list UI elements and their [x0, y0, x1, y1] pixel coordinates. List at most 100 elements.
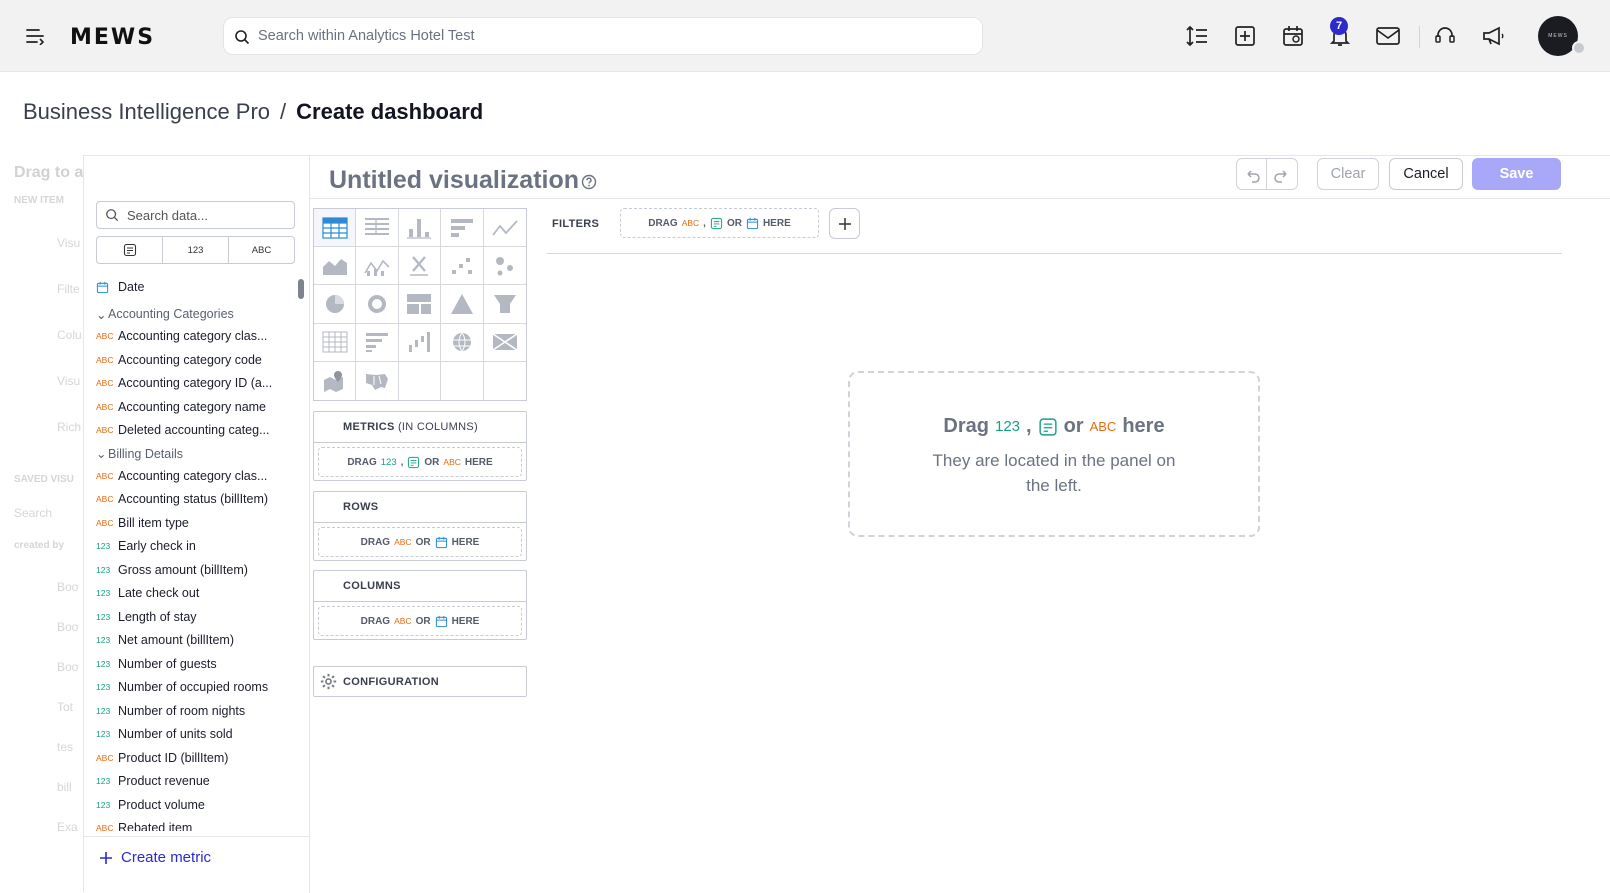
- sort-lines-icon[interactable]: [1183, 22, 1211, 50]
- megaphone-icon[interactable]: [1479, 22, 1507, 50]
- tree-field-item[interactable]: ABC Bill item type: [96, 512, 189, 534]
- background-item: Filte: [57, 282, 80, 296]
- tree-field-item[interactable]: 123 Number of units sold: [96, 723, 233, 745]
- tree-field-item[interactable]: 123 Product volume: [96, 794, 205, 816]
- donut-chart-icon[interactable]: [356, 285, 399, 324]
- create-metric-button[interactable]: Create metric: [84, 836, 310, 893]
- background-dashboard-panel: Drag to a NEW ITEM Visu Filte Colu Visu …: [0, 150, 90, 892]
- tree-field-item[interactable]: ABC Accounting category clas...: [96, 325, 267, 347]
- tree-field-item[interactable]: 123 Late check out: [96, 582, 199, 604]
- tree-item-label: Gross amount (billItem): [118, 562, 248, 577]
- filters-drop-zone[interactable]: DRAG ABC, OR HERE: [620, 208, 819, 238]
- text-type-icon: ABC: [96, 354, 114, 365]
- add-box-icon[interactable]: [1231, 22, 1259, 50]
- tree-field-item[interactable]: 123 Product revenue: [96, 770, 210, 792]
- tree-field-item[interactable]: ABC Accounting category ID (a...: [96, 372, 272, 394]
- breadcrumb-parent[interactable]: Business Intelligence Pro: [23, 99, 270, 124]
- add-filter-button[interactable]: [829, 208, 860, 239]
- tree-field-item[interactable]: 123 Early check in: [96, 535, 196, 557]
- redo-button[interactable]: [1267, 159, 1297, 189]
- region-map-icon[interactable]: [356, 361, 399, 400]
- columns-drop-zone[interactable]: DRAG ABC OR HERE: [318, 606, 522, 636]
- background-list-item: Boo: [57, 580, 79, 594]
- columns-section: COLUMNS DRAG ABC OR HERE: [313, 570, 527, 640]
- pie-chart-icon[interactable]: [314, 285, 357, 324]
- area-chart-icon[interactable]: [314, 247, 357, 286]
- clear-button[interactable]: Clear: [1317, 158, 1379, 190]
- sankey-chart-icon[interactable]: [483, 324, 526, 362]
- combo-chart-icon[interactable]: [356, 247, 399, 286]
- visualization-title[interactable]: Untitled visualization: [329, 166, 579, 195]
- geo-chart-icon[interactable]: [441, 323, 484, 362]
- calendar-icon: [435, 536, 447, 548]
- tree-field-item[interactable]: 123 Number of occupied rooms: [96, 676, 268, 698]
- undo-button[interactable]: [1237, 159, 1268, 189]
- pushpin-map-icon[interactable]: [314, 361, 357, 400]
- heatmap-icon[interactable]: [314, 323, 357, 362]
- tree-field-item[interactable]: Date: [96, 276, 144, 298]
- tree-group[interactable]: ⌄ Accounting Categories: [96, 303, 234, 325]
- metrics-drop-zone[interactable]: DRAG 123, OR ABC HERE: [318, 447, 522, 477]
- visualization-drop-zone[interactable]: Drag 123, or ABC here They are located i…: [848, 371, 1260, 537]
- global-search[interactable]: [223, 17, 983, 55]
- tree-field-item[interactable]: ABC Product ID (billItem): [96, 747, 228, 769]
- bar-chart-icon[interactable]: [398, 209, 442, 248]
- filter-tab-date[interactable]: [97, 237, 163, 263]
- data-search[interactable]: [96, 201, 295, 229]
- tree-field-item[interactable]: 123 Gross amount (billItem): [96, 559, 248, 581]
- tree-field-item[interactable]: 123 Length of stay: [96, 606, 197, 628]
- background-item: Visu: [57, 236, 81, 250]
- save-button[interactable]: Save: [1472, 158, 1561, 190]
- cancel-button[interactable]: Cancel: [1389, 158, 1463, 190]
- header-divider: [310, 198, 1610, 199]
- rows-drop-zone[interactable]: DRAG ABC OR HERE: [318, 527, 522, 557]
- tree-item-label: Number of room nights: [118, 703, 246, 718]
- bullet-chart-icon[interactable]: [356, 323, 399, 362]
- treemap-icon[interactable]: [398, 285, 442, 324]
- tree-group[interactable]: ⌄ Billing Details: [96, 443, 183, 465]
- tree-field-item[interactable]: 123 Net amount (billItem): [96, 629, 234, 651]
- pyramid-chart-icon[interactable]: [441, 285, 484, 324]
- filter-tab-number[interactable]: 123: [163, 237, 229, 263]
- line-chart-icon[interactable]: [483, 209, 526, 248]
- mews-logo[interactable]: MEWS: [70, 25, 155, 50]
- tree-field-item[interactable]: ABC Rebated item: [96, 817, 192, 831]
- help-icon[interactable]: [581, 174, 597, 190]
- bubble-chart-icon[interactable]: [483, 247, 526, 286]
- support-icon[interactable]: [1431, 22, 1459, 50]
- background-list-item: Exa: [57, 820, 78, 834]
- empty-chart-slot: [441, 361, 484, 400]
- table-chart-icon[interactable]: [314, 209, 357, 248]
- configuration-section[interactable]: CONFIGURATION: [313, 666, 527, 697]
- calendar-icon[interactable]: [1279, 22, 1307, 50]
- waterfall-chart-icon[interactable]: [398, 323, 442, 362]
- tree-field-item[interactable]: ABC Accounting category clas...: [96, 465, 267, 487]
- tree-field-item[interactable]: ABC Accounting category code: [96, 349, 262, 371]
- filter-tab-text[interactable]: ABC: [229, 237, 294, 263]
- tree-item-label: Late check out: [118, 586, 200, 600]
- global-search-input[interactable]: [258, 18, 958, 54]
- tree-item-label: Billing Details: [108, 446, 184, 461]
- undo-redo-group: [1236, 158, 1298, 190]
- redo-icon: [1274, 170, 1287, 183]
- data-tree-scrollbar[interactable]: [298, 279, 304, 299]
- background-search: Search: [14, 506, 53, 520]
- funnel-chart-icon[interactable]: [483, 285, 526, 324]
- menu-icon[interactable]: [25, 27, 45, 45]
- tree-field-item[interactable]: 123 Number of guests: [96, 653, 217, 675]
- tree-field-item[interactable]: 123 Number of room nights: [96, 700, 245, 722]
- headline-icon[interactable]: [398, 247, 442, 286]
- tree-field-item[interactable]: ABC Deleted accounting categ...: [96, 419, 270, 441]
- horizontal-bar-chart-icon[interactable]: [441, 209, 484, 248]
- mail-icon[interactable]: [1373, 22, 1401, 50]
- plus-icon: [838, 217, 851, 230]
- data-type-filter: 123 ABC: [96, 236, 295, 264]
- rows-section: ROWS DRAG ABC OR HERE: [313, 491, 527, 561]
- tree-field-item[interactable]: ABC Accounting status (billItem): [96, 488, 268, 510]
- data-search-input[interactable]: [127, 202, 287, 228]
- background-item: Colu: [57, 328, 82, 342]
- tree-field-item[interactable]: ABC Accounting category name: [96, 396, 266, 418]
- pivot-table-icon[interactable]: [356, 209, 399, 248]
- text-type-icon: ABC: [96, 470, 114, 481]
- scatter-plot-icon[interactable]: [441, 247, 484, 286]
